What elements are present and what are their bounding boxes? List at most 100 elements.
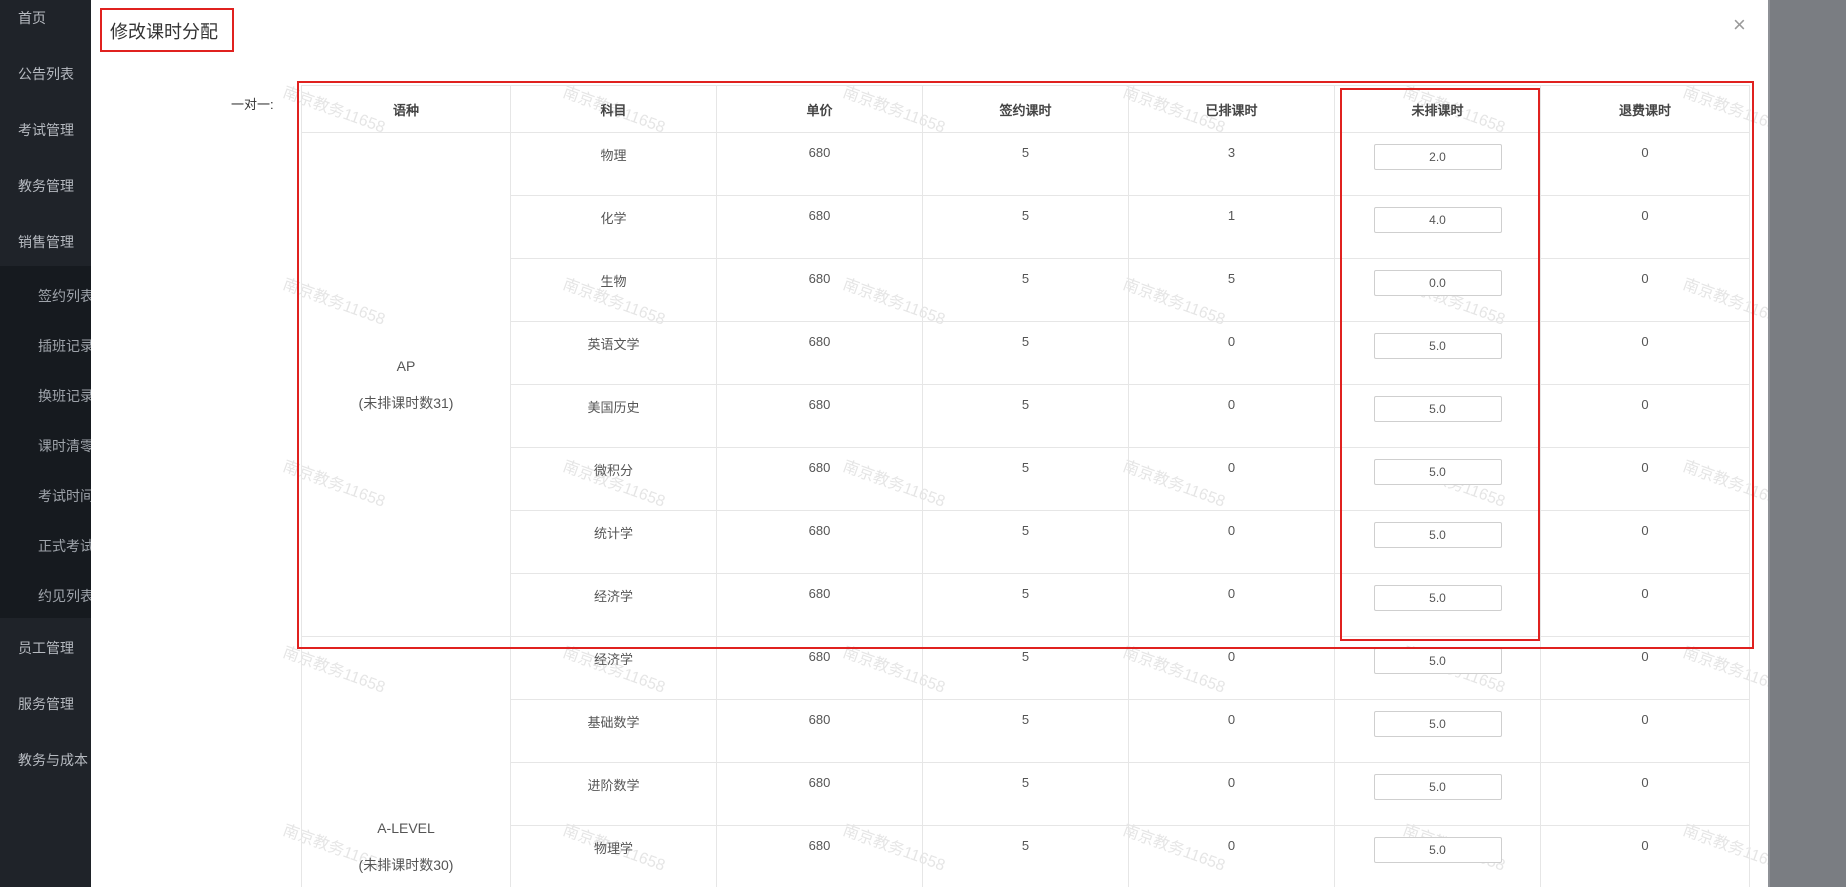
signed-hours-cell: 5 <box>922 132 1129 196</box>
table-row: 经济学680500 <box>302 573 1750 637</box>
subject-cell: 生物 <box>510 258 717 322</box>
sidebar-item-staff[interactable]: 员工管理 <box>18 638 74 658</box>
table-row: AP(未排课时数31)物理680530 <box>301 132 1750 637</box>
hours-table: 语种 科目 单价 签约课时 已排课时 未排课时 退费课时 AP (未排课时数31)… <box>301 85 1750 887</box>
unscheduled-hours-cell <box>1334 573 1541 637</box>
scheduled-hours-cell: 0 <box>1128 825 1335 887</box>
subject-cell: 基础数学 <box>510 699 717 763</box>
signed-hours-cell: 5 <box>922 762 1129 826</box>
table-row: 基础数学680500 <box>302 699 1750 763</box>
refund-hours-cell: 0 <box>1540 132 1750 196</box>
language-remaining-note: (未排课时数31) <box>358 394 454 411</box>
unscheduled-hours-cell <box>1334 825 1541 887</box>
header-price: 单价 <box>716 85 923 133</box>
subject-cell: 物理学 <box>510 825 717 887</box>
close-icon[interactable]: × <box>1733 14 1746 36</box>
table-row: 生物 680 5 5 0 <box>302 258 1750 322</box>
sidebar: 首页 公告列表 考试管理 教务管理 销售管理 签约列表 插班记录 换班记录 课时… <box>0 0 91 887</box>
unscheduled-hours-cell <box>1334 195 1541 259</box>
header-signed-hours: 签约课时 <box>922 85 1129 133</box>
signed-hours-cell: 5 <box>922 258 1129 322</box>
scheduled-hours-cell: 5 <box>1128 258 1335 322</box>
sidebar-item-academic[interactable]: 教务管理 <box>18 176 74 196</box>
unscheduled-hours-cell <box>1334 132 1541 196</box>
sidebar-item-notices[interactable]: 公告列表 <box>18 64 74 84</box>
unscheduled-hours-input[interactable] <box>1373 837 1502 863</box>
subject-cell: 化学 <box>510 195 717 259</box>
subject-cell: 微积分 <box>510 447 717 511</box>
sidebar-subitem-contracts[interactable]: 签约列表 <box>38 286 91 306</box>
price-cell: 680 <box>716 447 923 511</box>
unscheduled-hours-input[interactable] <box>1373 585 1502 611</box>
unscheduled-hours-cell <box>1334 699 1541 763</box>
sidebar-subitem-formal-exam[interactable]: 正式考试 <box>38 536 91 556</box>
signed-hours-cell: 5 <box>922 825 1129 887</box>
refund-hours-cell: 0 <box>1540 825 1750 887</box>
price-cell: 680 <box>716 825 923 887</box>
unscheduled-hours-cell <box>1334 258 1541 322</box>
scheduled-hours-cell: 0 <box>1128 321 1335 385</box>
table-row: 微积分680500 <box>302 447 1750 511</box>
unscheduled-hours-cell <box>1334 636 1541 700</box>
signed-hours-cell: 5 <box>922 195 1129 259</box>
unscheduled-hours-cell <box>1334 510 1541 574</box>
unscheduled-hours-input[interactable] <box>1373 396 1502 422</box>
unscheduled-hours-input[interactable] <box>1373 207 1502 233</box>
scheduled-hours-cell: 0 <box>1128 447 1335 511</box>
unscheduled-hours-input[interactable] <box>1373 774 1502 800</box>
modal-title: 修改课时分配 <box>110 22 218 42</box>
table-row: 进阶数学680500 <box>302 762 1750 826</box>
unscheduled-hours-input[interactable] <box>1373 270 1502 296</box>
price-cell: 680 <box>716 636 923 700</box>
header-refund: 退费课时 <box>1540 85 1750 133</box>
scheduled-hours-cell: 0 <box>1128 510 1335 574</box>
unscheduled-hours-input[interactable] <box>1373 333 1502 359</box>
refund-hours-cell: 0 <box>1540 510 1750 574</box>
sidebar-item-sales[interactable]: 销售管理 <box>18 232 74 252</box>
refund-hours-cell: 0 <box>1540 447 1750 511</box>
signed-hours-cell: 5 <box>922 384 1129 448</box>
unscheduled-hours-input[interactable] <box>1373 522 1502 548</box>
table-row: 统计学680500 <box>302 510 1750 574</box>
edit-hours-modal: 修改课时分配 × 一对一: 南京教务11658 南京教务11658 南京教务1165… <box>91 0 1768 887</box>
modal-backdrop[interactable] <box>1770 0 1846 887</box>
scheduled-hours-cell: 0 <box>1128 699 1335 763</box>
unscheduled-hours-input[interactable] <box>1373 144 1502 170</box>
header-scheduled: 已排课时 <box>1128 85 1335 133</box>
refund-hours-cell: 0 <box>1540 762 1750 826</box>
language-remaining-note: (未排课时数30) <box>358 857 454 873</box>
sidebar-subitem-appointments[interactable]: 约见列表 <box>38 586 91 606</box>
sidebar-item-cost[interactable]: 教务与成本 <box>18 750 88 770</box>
signed-hours-cell: 5 <box>922 321 1129 385</box>
scheduled-hours-cell: 0 <box>1128 573 1335 637</box>
scheduled-hours-cell: 0 <box>1128 762 1335 826</box>
unscheduled-hours-input[interactable] <box>1373 711 1502 737</box>
unscheduled-hours-input[interactable] <box>1373 648 1502 674</box>
price-cell: 680 <box>716 132 923 196</box>
header-language: 语种 <box>301 85 511 133</box>
sidebar-item-service[interactable]: 服务管理 <box>18 694 74 714</box>
price-cell: 680 <box>716 699 923 763</box>
signed-hours-cell: 5 <box>922 699 1129 763</box>
unscheduled-hours-cell <box>1334 447 1541 511</box>
sidebar-subitem-exam-time[interactable]: 考试时间 <box>38 486 91 506</box>
sidebar-item-exams[interactable]: 考试管理 <box>18 120 74 140</box>
scheduled-hours-cell: 1 <box>1128 195 1335 259</box>
price-cell: 680 <box>716 195 923 259</box>
refund-hours-cell: 0 <box>1540 699 1750 763</box>
unscheduled-hours-cell <box>1334 762 1541 826</box>
scheduled-hours-cell: 0 <box>1128 636 1335 700</box>
language-name: AP <box>396 357 416 374</box>
sidebar-subitem-insert-class[interactable]: 插班记录 <box>38 336 91 356</box>
refund-hours-cell: 0 <box>1540 195 1750 259</box>
table-row: 物理学680500 <box>302 825 1750 887</box>
unscheduled-hours-input[interactable] <box>1373 459 1502 485</box>
signed-hours-cell: 5 <box>922 636 1129 700</box>
table-row: 英语文学680500 <box>302 321 1750 385</box>
signed-hours-cell: 5 <box>922 573 1129 637</box>
sidebar-item-home[interactable]: 首页 <box>18 8 46 28</box>
sidebar-subitem-hours-reset[interactable]: 课时清零 <box>38 436 91 456</box>
sidebar-subitem-switch-class[interactable]: 换班记录 <box>38 386 91 406</box>
table-header-row: 语种 科目 单价 签约课时 已排课时 未排课时 退费课时 <box>301 85 1750 133</box>
subject-cell: 统计学 <box>510 510 717 574</box>
